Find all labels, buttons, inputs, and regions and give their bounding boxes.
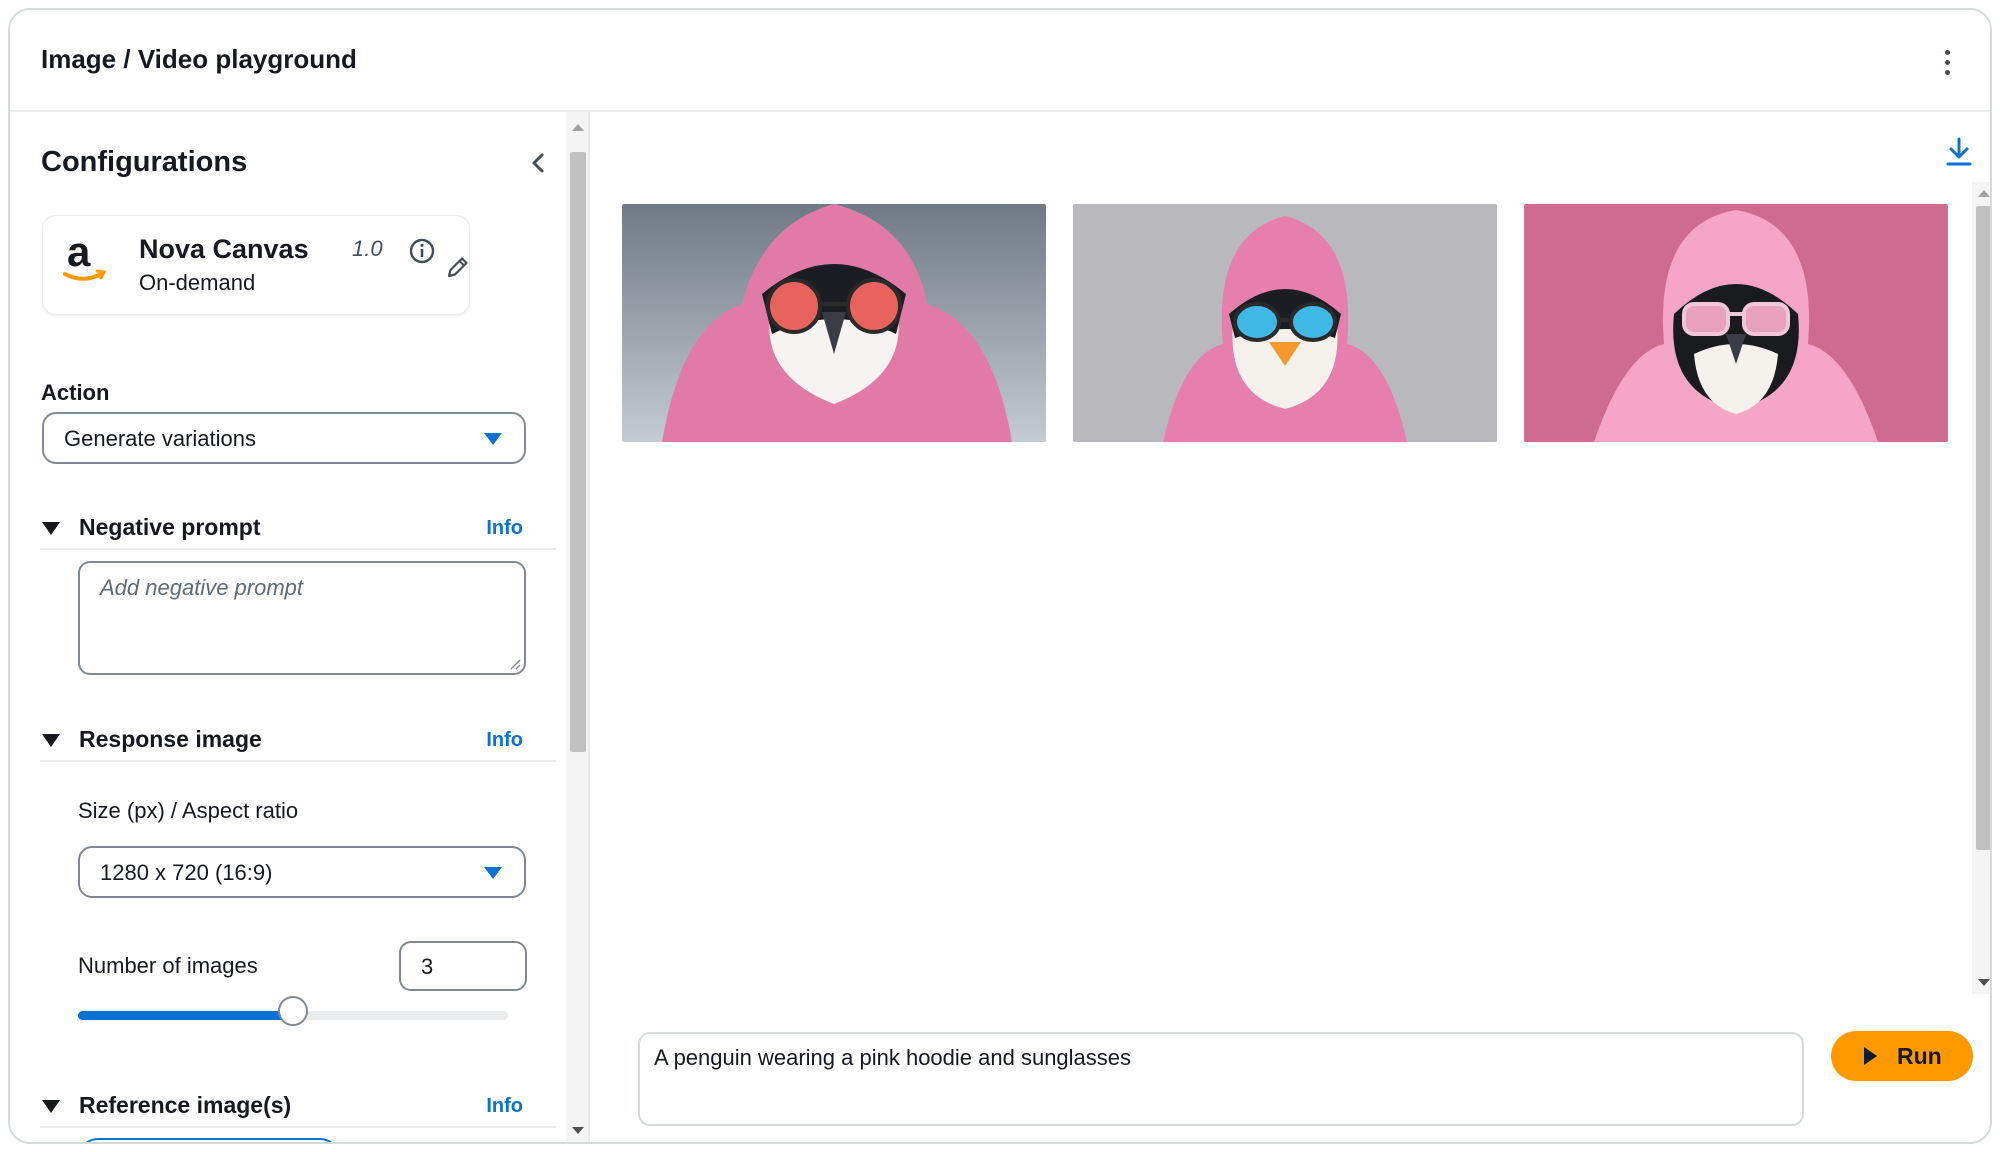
results-scrollbar[interactable] bbox=[1972, 182, 1990, 994]
response-image-header[interactable]: Response image Info bbox=[40, 726, 556, 762]
caret-down-icon bbox=[484, 867, 502, 879]
run-button[interactable]: Run bbox=[1831, 1031, 1973, 1081]
penguin-pink-hoodie-image-1[interactable] bbox=[622, 204, 1046, 442]
negative-prompt-input[interactable]: Add negative prompt bbox=[78, 561, 526, 675]
app-header: Image / Video playground bbox=[10, 10, 1990, 112]
config-scrollbar[interactable] bbox=[566, 112, 588, 1142]
size-select-value: 1280 x 720 (16:9) bbox=[100, 860, 273, 885]
svg-text:a: a bbox=[67, 230, 91, 275]
play-icon bbox=[1864, 1047, 1877, 1065]
prompt-value: A penguin wearing a pink hoodie and sung… bbox=[654, 1045, 1132, 1070]
run-button-label: Run bbox=[1897, 1043, 1942, 1069]
app-title: Image / Video playground bbox=[41, 44, 357, 74]
more-options-icon[interactable] bbox=[1942, 50, 1952, 80]
expand-triangle-icon bbox=[42, 522, 60, 535]
edit-pencil-icon[interactable] bbox=[445, 254, 471, 280]
caret-down-icon bbox=[484, 433, 502, 445]
playground-window: Image / Video playground Configurations … bbox=[8, 8, 1992, 1144]
expand-triangle-icon bbox=[42, 1100, 60, 1113]
results-scrollbar-thumb[interactable] bbox=[1976, 206, 1990, 850]
negative-prompt-info-link[interactable]: Info bbox=[486, 517, 523, 540]
scroll-up-arrow-icon[interactable] bbox=[572, 124, 584, 131]
penguin-pink-hoodie-image-3[interactable] bbox=[1524, 204, 1948, 442]
model-version: 1.0 bbox=[352, 236, 383, 261]
configurations-title: Configurations bbox=[41, 146, 248, 178]
action-select[interactable]: Generate variations bbox=[42, 412, 526, 464]
reference-images-header[interactable]: Reference image(s) Info bbox=[40, 1092, 556, 1128]
config-scrollbar-thumb[interactable] bbox=[570, 152, 586, 752]
reference-images-title: Reference image(s) bbox=[79, 1092, 292, 1118]
scroll-down-arrow-icon[interactable] bbox=[1978, 979, 1990, 986]
model-card: a Nova Canvas 1.0 On-demand bbox=[42, 215, 470, 315]
configurations-panel: Configurations a Nova Canvas 1.0 On-dema… bbox=[10, 112, 590, 1142]
response-image-title: Response image bbox=[79, 726, 262, 752]
images-slider-thumb[interactable] bbox=[278, 996, 308, 1026]
model-name: Nova Canvas bbox=[139, 234, 309, 264]
action-label: Action bbox=[41, 380, 110, 405]
penguin-pink-hoodie-image-2[interactable] bbox=[1073, 204, 1497, 442]
upload-images-button[interactable] bbox=[78, 1138, 340, 1142]
download-icon[interactable] bbox=[1944, 136, 1974, 168]
chevron-left-icon[interactable] bbox=[524, 149, 552, 177]
response-image-info-link[interactable]: Info bbox=[486, 729, 523, 752]
model-mode: On-demand bbox=[139, 270, 256, 295]
amazon-logo-icon: a bbox=[63, 230, 107, 281]
info-icon[interactable] bbox=[409, 238, 435, 264]
number-of-images-value: 3 bbox=[421, 954, 434, 979]
action-select-value: Generate variations bbox=[64, 426, 256, 451]
reference-images-info-link[interactable]: Info bbox=[486, 1095, 523, 1118]
resize-grip-icon[interactable] bbox=[509, 658, 521, 670]
number-of-images-label: Number of images bbox=[78, 953, 258, 978]
negative-prompt-header[interactable]: Negative prompt Info bbox=[40, 514, 556, 550]
scroll-down-arrow-icon[interactable] bbox=[572, 1127, 584, 1134]
expand-triangle-icon bbox=[42, 734, 60, 747]
negative-prompt-title: Negative prompt bbox=[79, 514, 261, 540]
scroll-up-arrow-icon[interactable] bbox=[1978, 190, 1990, 197]
negative-prompt-placeholder: Add negative prompt bbox=[100, 575, 304, 600]
size-label: Size (px) / Aspect ratio bbox=[78, 798, 299, 823]
number-of-images-input[interactable]: 3 bbox=[399, 941, 527, 991]
images-slider-fill bbox=[78, 1011, 293, 1020]
prompt-input[interactable]: A penguin wearing a pink hoodie and sung… bbox=[638, 1032, 1804, 1126]
size-select[interactable]: 1280 x 720 (16:9) bbox=[78, 846, 526, 898]
